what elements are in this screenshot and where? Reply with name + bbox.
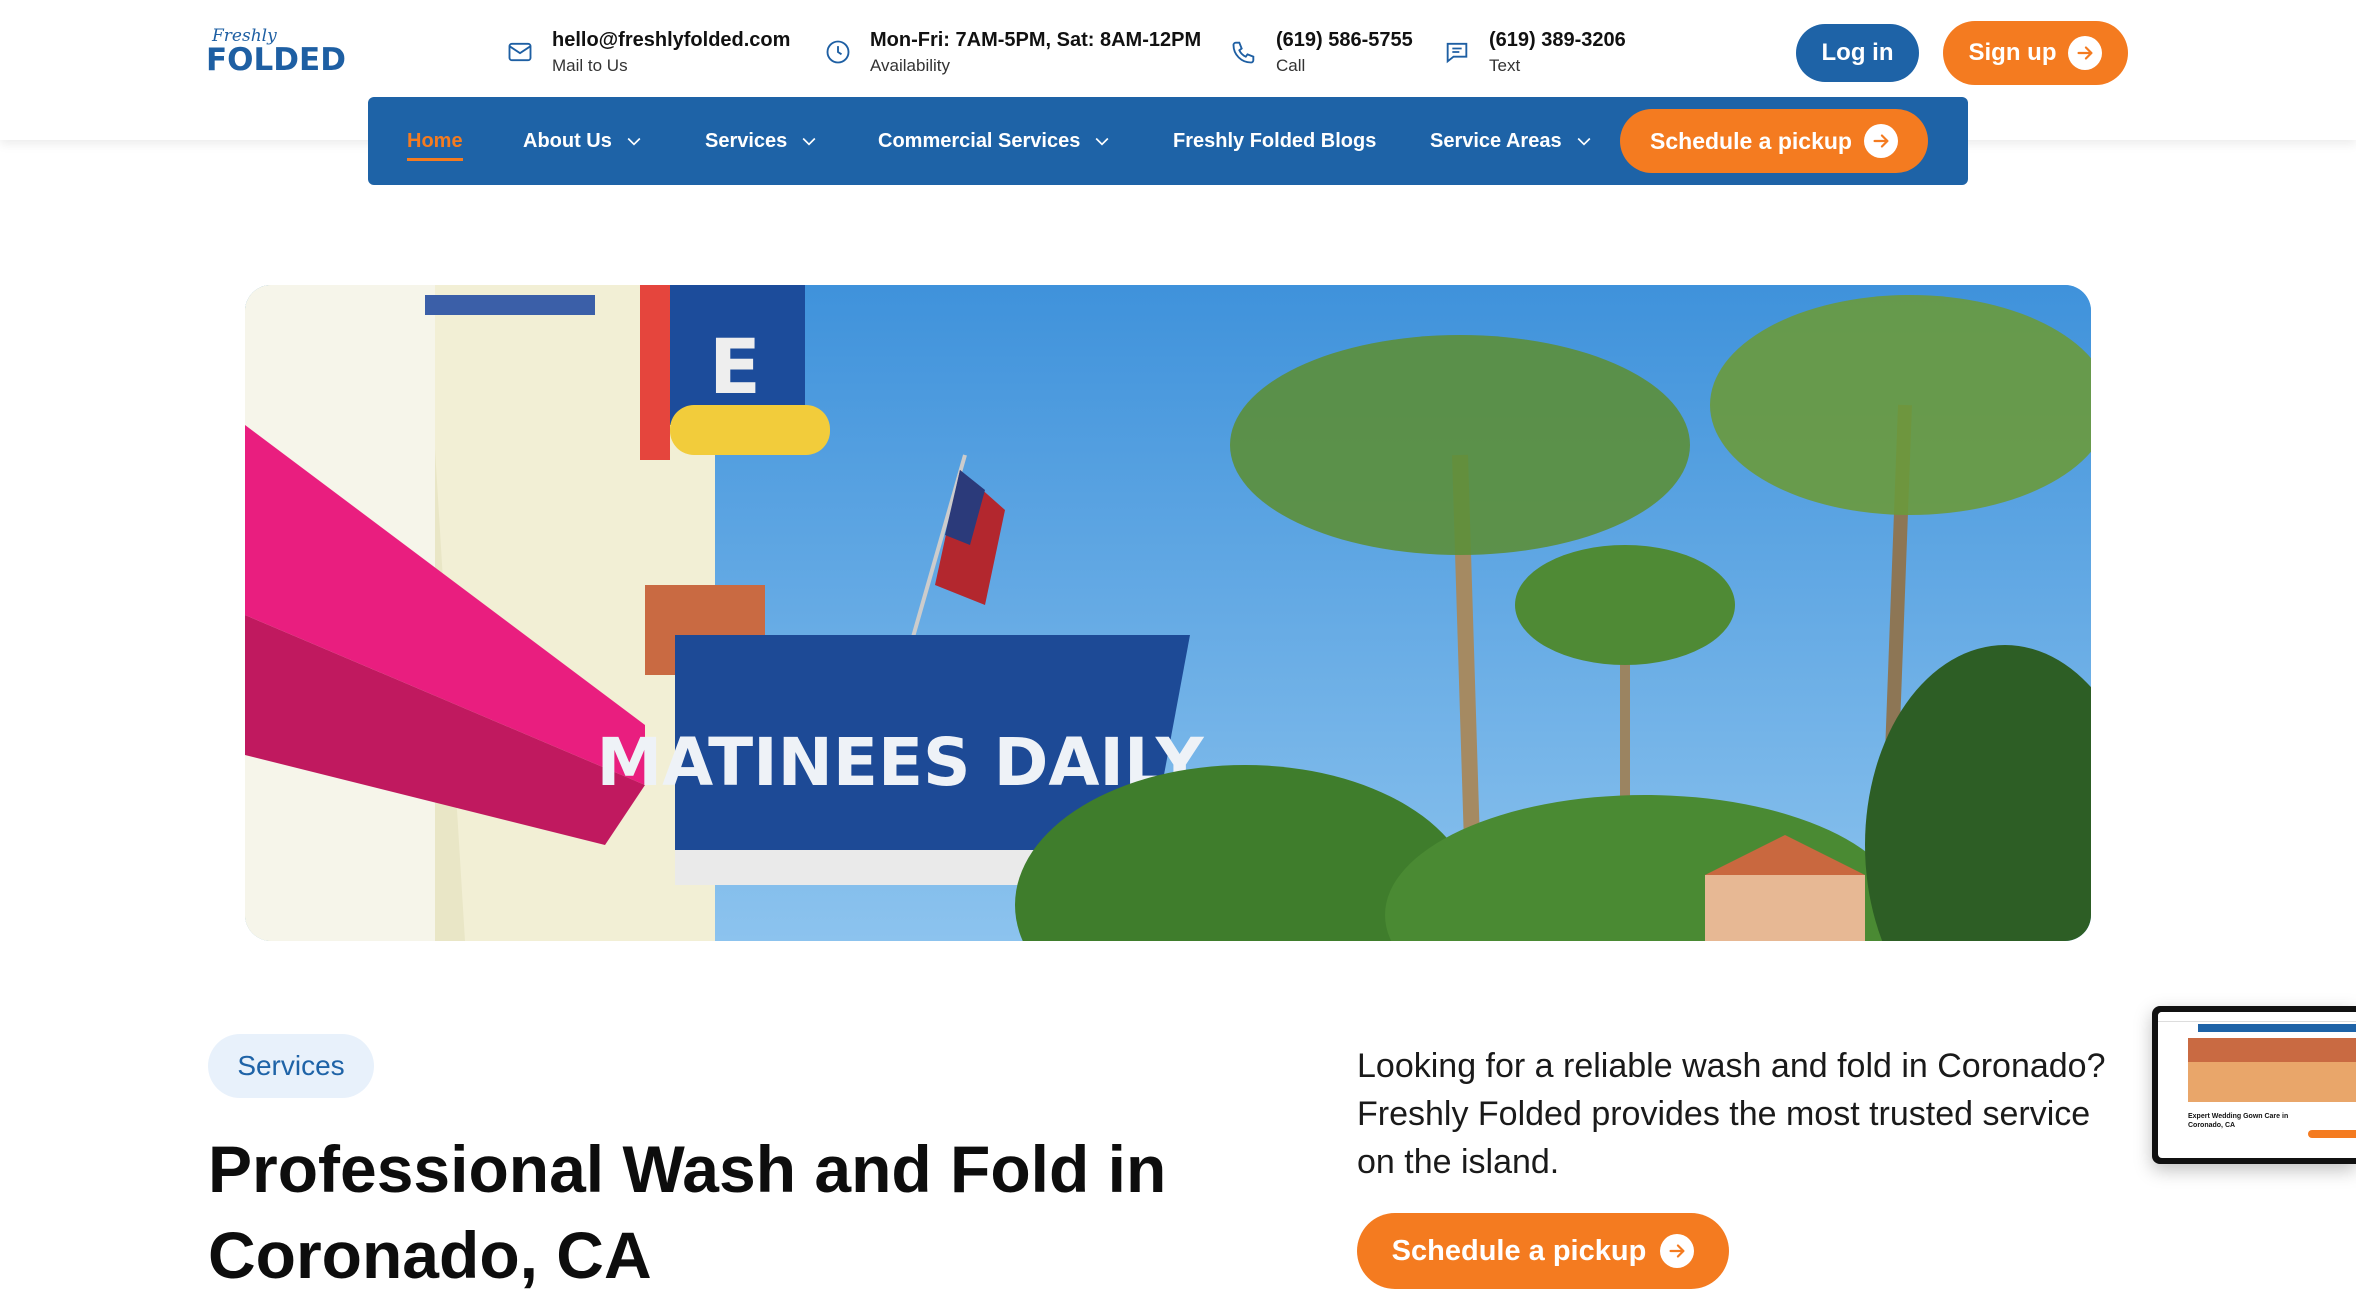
chevron-down-icon	[627, 137, 641, 146]
active-underline	[407, 158, 463, 161]
phone-icon	[1230, 38, 1258, 66]
intro-text: Looking for a reliable wash and fold in …	[1357, 1047, 2106, 1181]
contact-text[interactable]: (619) 389-3206 Text	[1443, 26, 1626, 78]
login-button[interactable]: Log in	[1796, 24, 1919, 82]
nav-service-areas[interactable]: Service Areas	[1430, 97, 1594, 185]
contact-call-value: (619) 586-5755	[1276, 29, 1413, 51]
mail-icon	[506, 38, 534, 66]
schedule-pickup-button[interactable]: Schedule a pickup	[1357, 1213, 1729, 1289]
schedule-pickup-label: Schedule a pickup	[1391, 1234, 1647, 1267]
hero-image: E MATINEES DAILY	[245, 285, 2091, 941]
nav-service-areas-label: Service Areas	[1430, 129, 1562, 152]
contact-email-label: Mail to Us	[552, 56, 628, 75]
login-button-label: Log in	[1821, 39, 1894, 66]
nav-commercial-services-label: Commercial Services	[878, 129, 1081, 152]
logo-word: FOLDED	[206, 42, 346, 78]
marquee-text: MATINEES DAILY	[596, 724, 1204, 801]
arrow-right-icon	[1660, 1234, 1695, 1268]
nav-blogs-label: Freshly Folded Blogs	[1173, 129, 1377, 152]
chevron-down-icon	[802, 137, 816, 146]
chevron-down-icon	[1577, 137, 1591, 146]
nav-services-label: Services	[705, 129, 788, 152]
services-tag: Services	[208, 1034, 374, 1098]
freshly-folded-logo[interactable]: Freshly FOLDED	[206, 26, 346, 80]
nav-home-label: Home	[407, 129, 463, 152]
contact-hours: Mon-Fri: 7AM-5PM, Sat: 8AM-12PM Availabi…	[824, 26, 1201, 78]
chevron-down-icon	[1095, 137, 1109, 146]
contact-text-value: (619) 389-3206	[1489, 29, 1626, 51]
nav-commercial-services[interactable]: Commercial Services	[878, 97, 1112, 185]
arrow-right-icon	[1863, 124, 1898, 158]
signup-button-label: Sign up	[1968, 39, 2057, 66]
nav-about-us[interactable]: About Us	[523, 97, 644, 185]
contact-email-value: hello@freshlyfolded.com	[552, 29, 791, 51]
schedule-pickup-nav-label: Schedule a pickup	[1650, 127, 1852, 154]
contact-hours-value: Mon-Fri: 7AM-5PM, Sat: 8AM-12PM	[870, 29, 1202, 51]
contact-call[interactable]: (619) 586-5755 Call	[1230, 26, 1413, 78]
page-title: Professional Wash and Fold in Coronado, …	[208, 1126, 1308, 1298]
nav-services[interactable]: Services	[705, 97, 819, 185]
services-tag-label: Services	[237, 1050, 345, 1081]
nav-about-us-label: About Us	[523, 129, 612, 152]
message-icon	[1443, 38, 1471, 66]
contact-email[interactable]: hello@freshlyfolded.com Mail to Us	[506, 26, 790, 78]
signup-button[interactable]: Sign up	[1943, 21, 2128, 85]
nav-blogs[interactable]: Freshly Folded Blogs	[1173, 97, 1376, 185]
sign-letter: E	[709, 322, 761, 411]
preview-screen: Expert Wedding Gown Care in Coronado, CA	[2158, 1012, 2356, 1158]
nav-home[interactable]: Home	[407, 97, 463, 185]
contact-call-label: Call	[1276, 56, 1306, 75]
preview-caption: Expert Wedding Gown Care in Coronado, CA	[2188, 1113, 2289, 1129]
contact-hours-label: Availability	[870, 56, 951, 75]
main-nav: Home About Us Services Commercial Servic…	[368, 97, 1968, 185]
schedule-pickup-nav-button[interactable]: Schedule a pickup	[1620, 109, 1928, 173]
page-preview-thumbnail[interactable]: Expert Wedding Gown Care in Coronado, CA	[2152, 1006, 2356, 1164]
clock-icon	[824, 38, 852, 66]
arrow-right-icon	[2068, 36, 2103, 70]
page-title-line1: Professional Wash and Fold in	[208, 1132, 1167, 1206]
contact-text-label: Text	[1489, 56, 1521, 75]
page-title-line2: Coronado, CA	[208, 1218, 652, 1292]
